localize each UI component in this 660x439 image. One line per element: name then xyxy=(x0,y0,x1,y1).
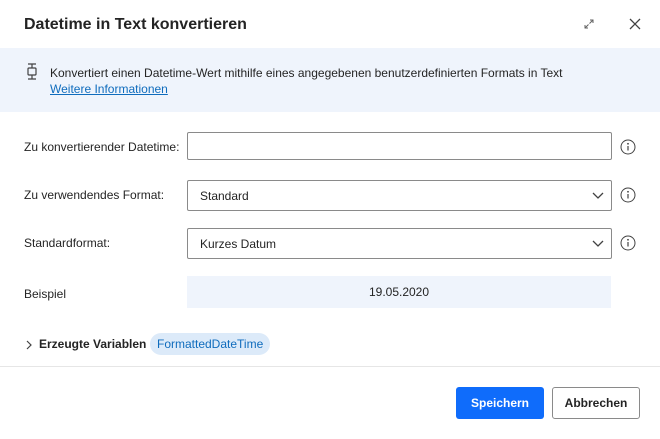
standard-format-select-value: Kurzes Datum xyxy=(200,237,277,251)
info-icon[interactable] xyxy=(620,235,636,251)
close-icon[interactable] xyxy=(625,14,645,34)
format-select[interactable]: Standard xyxy=(187,180,612,211)
datetime-input[interactable] xyxy=(187,132,612,160)
chevron-down-icon xyxy=(591,188,605,202)
cancel-button[interactable]: Abbrechen xyxy=(552,387,640,419)
info-icon[interactable] xyxy=(620,139,636,155)
banner-description: Konvertiert einen Datetime-Wert mithilfe… xyxy=(50,66,563,80)
example-value: 19.05.2020 xyxy=(368,285,430,299)
learn-more-link[interactable]: Weitere Informationen xyxy=(50,82,168,96)
format-select-value: Standard xyxy=(200,189,249,203)
save-button[interactable]: Speichern xyxy=(456,387,544,419)
produced-variables-toggle[interactable]: Erzeugte Variablen xyxy=(39,337,146,351)
example-preview: 19.05.2020 xyxy=(187,276,611,308)
footer-divider xyxy=(0,366,660,367)
example-label: Beispiel xyxy=(24,287,67,301)
standard-format-label: Standardformat: xyxy=(24,236,111,250)
chevron-right-icon[interactable] xyxy=(24,338,34,350)
chevron-down-icon xyxy=(591,236,605,250)
datetime-label: Zu konvertierender Datetime: xyxy=(24,140,180,154)
variable-chip[interactable]: FormattedDateTime xyxy=(150,333,271,355)
expand-icon[interactable] xyxy=(579,14,599,34)
info-banner xyxy=(0,48,660,112)
dialog-title: Datetime in Text konvertieren xyxy=(24,16,247,33)
variable-icon xyxy=(24,63,40,81)
format-label: Zu verwendendes Format: xyxy=(24,188,165,202)
info-icon[interactable] xyxy=(620,187,636,203)
standard-format-select[interactable]: Kurzes Datum xyxy=(187,228,612,259)
